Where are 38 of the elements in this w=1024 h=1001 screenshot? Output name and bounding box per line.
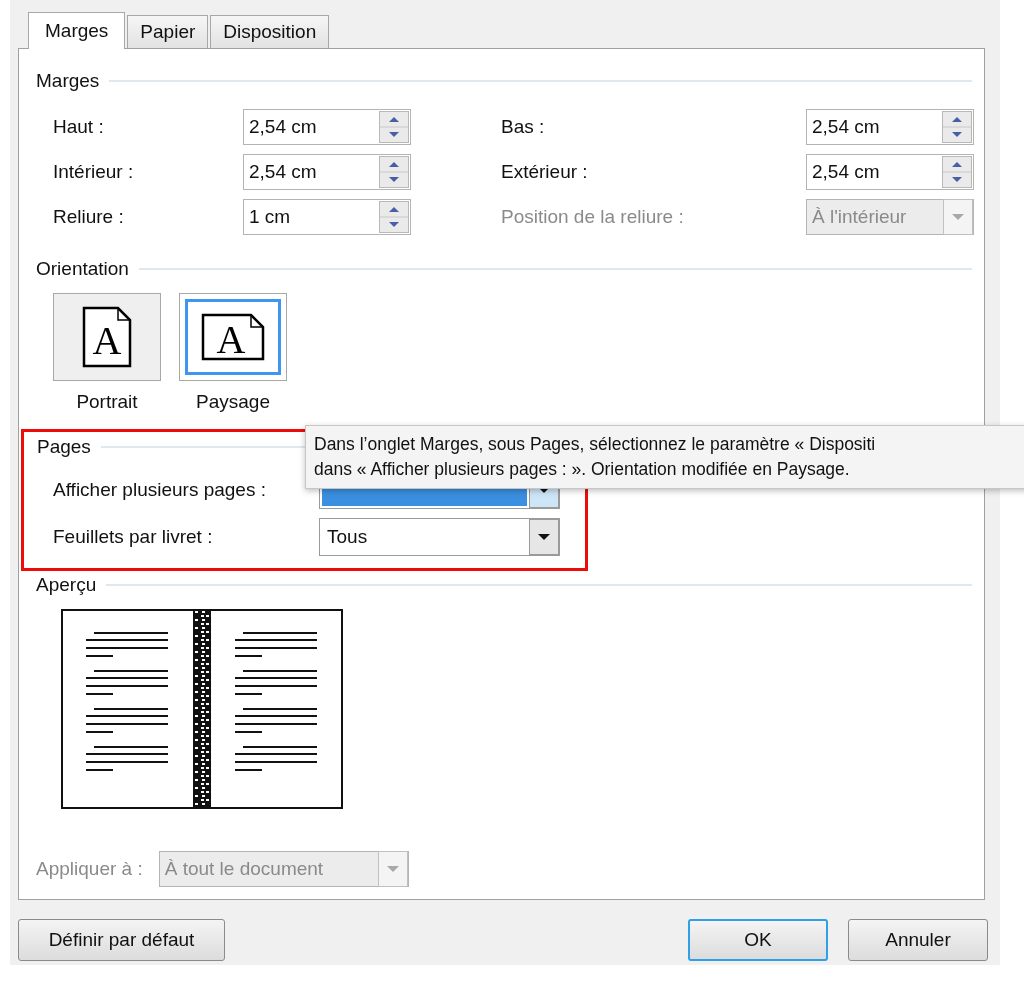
tab[interactable]: Disposition	[210, 15, 330, 48]
spin-arrows-icon[interactable]	[379, 201, 409, 233]
landscape-page-icon: A	[201, 313, 265, 361]
spin-arrows-icon[interactable]	[942, 111, 972, 143]
spin-field[interactable]: 1 cm	[243, 199, 411, 235]
spin-field[interactable]: 2,54 cm	[243, 109, 411, 145]
tooltip-text: Dans l’onglet Marges, sous Pages, sélectionnez le paramètre « Dispositi	[314, 433, 876, 456]
orientation-button[interactable]: A	[53, 293, 161, 381]
portrait-page-icon: A	[82, 306, 132, 368]
field-label: Position de la reliure :	[501, 206, 685, 228]
field-label: Extérieur :	[501, 161, 589, 183]
orientation-label: Paysage	[196, 391, 270, 413]
dialog-button[interactable]: OK	[688, 919, 828, 961]
spin-field[interactable]: 2,54 cm	[806, 154, 974, 190]
section-title: Aperçu	[36, 574, 97, 596]
field-label: Bas :	[501, 116, 546, 138]
orientation-label: Portrait	[76, 391, 138, 413]
spin-arrows-icon[interactable]	[942, 156, 972, 188]
field-label: Feuillets par livret :	[53, 525, 214, 548]
section-title: Marges	[36, 70, 100, 92]
spin-arrows-icon[interactable]	[379, 111, 409, 143]
dialog-button[interactable]: Annuler	[848, 919, 988, 961]
section-title: Orientation	[36, 258, 129, 280]
tab[interactable]: Marges	[28, 12, 126, 49]
field-label: Reliure :	[53, 206, 125, 228]
orientation-button[interactable]: A	[179, 293, 287, 381]
tooltip-text: dans « Afficher plusieurs pages : ». Orientation modifiée en Paysage.	[314, 458, 850, 481]
field-label: Afficher plusieurs pages :	[53, 478, 267, 501]
spin-arrows-icon[interactable]	[379, 156, 409, 188]
spin-field[interactable]: 2,54 cm	[806, 109, 974, 145]
dropdown[interactable]: Tous	[319, 517, 560, 556]
section-title: Pages	[37, 436, 91, 458]
tab[interactable]: Papier	[127, 15, 209, 48]
field-label: Haut :	[53, 116, 105, 138]
dialog-button[interactable]: Définir par défaut	[18, 919, 225, 961]
field-label: Intérieur :	[53, 161, 135, 183]
field-label: Appliquer à :	[36, 858, 143, 880]
spin-field[interactable]: 2,54 cm	[243, 154, 411, 190]
